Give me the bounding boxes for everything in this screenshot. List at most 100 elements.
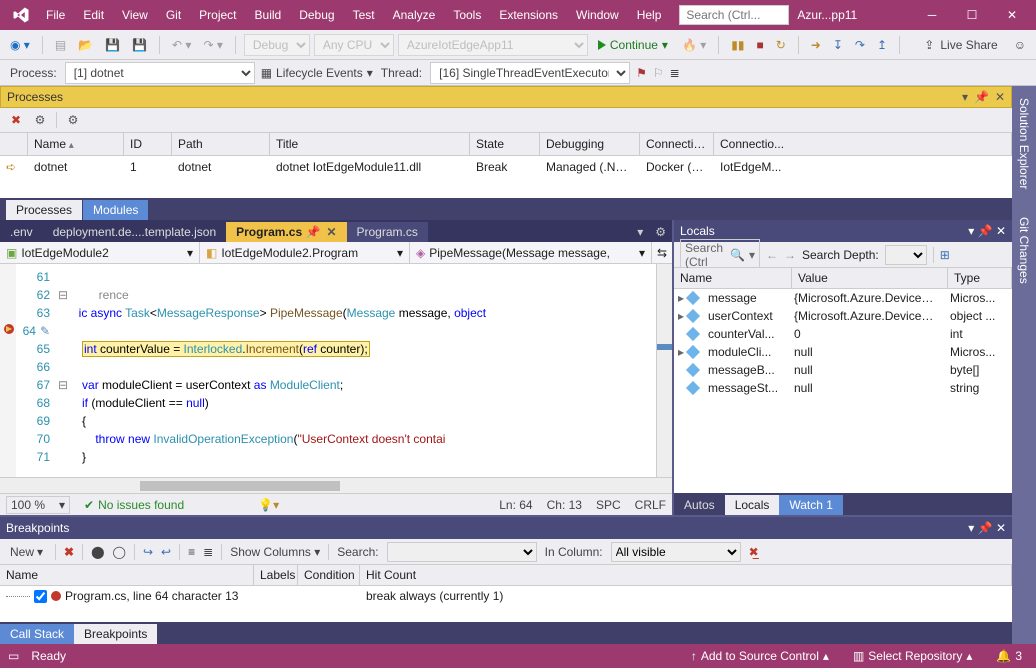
tab-processes[interactable]: Processes (6, 200, 82, 220)
redo-icon[interactable]: ↷ ▾ (199, 36, 226, 54)
menu-edit[interactable]: Edit (75, 4, 112, 26)
ch-indicator[interactable]: Ch: 13 (547, 498, 582, 512)
step-over-icon[interactable]: ↷ (851, 36, 869, 54)
vertical-scrollbar[interactable] (656, 264, 672, 477)
col-condition[interactable]: Condition (298, 565, 360, 585)
tab-autos[interactable]: Autos (674, 495, 725, 515)
tab-locals[interactable]: Locals (725, 495, 780, 515)
menu-analyze[interactable]: Analyze (385, 4, 444, 26)
thread-select[interactable]: [16] SingleThreadEventExecutor wo (430, 62, 630, 84)
step-out-icon[interactable]: ↥ (873, 36, 891, 54)
filter-icon[interactable]: ⚙ (65, 112, 81, 128)
new-breakpoint-button[interactable]: New ▾ (6, 543, 47, 561)
tab-program-active[interactable]: Program.cs 📌✕ (226, 222, 346, 242)
local-row[interactable]: ▸moduleCli...nullMicros... (674, 343, 1012, 361)
col-name[interactable]: Name (28, 133, 124, 155)
expand-icon[interactable]: ⊞ (940, 248, 950, 262)
bp-search-input[interactable] (387, 542, 537, 562)
pin-icon[interactable]: 📌 (974, 90, 989, 104)
issues-indicator[interactable]: ✔No issues found (84, 498, 184, 512)
stop-icon[interactable]: ■ (752, 36, 767, 54)
solution-explorer-tab[interactable]: Solution Explorer (1015, 92, 1033, 195)
locals-search-input[interactable]: Search (Ctrl🔍▾ (680, 239, 760, 271)
local-row[interactable]: counterVal...0int (674, 325, 1012, 343)
eol-indicator[interactable]: CRLF (635, 498, 666, 512)
tab-modules[interactable]: Modules (83, 200, 148, 220)
local-row[interactable]: ▸userContext{Microsoft.Azure.Devices.Cl.… (674, 307, 1012, 325)
col-name[interactable]: Name (674, 268, 792, 288)
pin-icon[interactable]: 📌 (978, 521, 993, 535)
close-button[interactable]: ✕ (992, 0, 1032, 30)
col-path[interactable]: Path (172, 133, 270, 155)
panel-menu-icon[interactable]: ▾ (968, 521, 974, 535)
close-tab-icon[interactable]: ✕ (326, 225, 336, 239)
open-icon[interactable]: 📂 (74, 36, 97, 54)
git-changes-tab[interactable]: Git Changes (1015, 211, 1033, 290)
menu-view[interactable]: View (114, 4, 156, 26)
goto-source-icon[interactable]: ≡ (188, 545, 195, 559)
select-repository-button[interactable]: ▥ Select Repository ▴ (847, 649, 978, 663)
quick-search-input[interactable] (679, 5, 789, 25)
add-source-control-button[interactable]: ↑ Add to Source Control ▴ (685, 649, 835, 663)
pin-icon[interactable]: 📌 (978, 224, 993, 238)
lightbulb-icon[interactable]: 💡▾ (258, 498, 279, 512)
export-icon[interactable]: ↪ (143, 545, 153, 559)
bp-incolumn-select[interactable]: All visible (611, 542, 741, 562)
nav-method[interactable]: PipeMessage(Message message, (429, 246, 610, 260)
tab-breakpoints[interactable]: Breakpoints (74, 624, 157, 644)
bp-enabled-checkbox[interactable] (34, 590, 47, 603)
menu-window[interactable]: Window (568, 4, 627, 26)
zoom-select[interactable]: 100 %▾ (6, 496, 70, 514)
col-state[interactable]: State (470, 133, 540, 155)
show-columns-button[interactable]: Show Columns ▾ (230, 545, 320, 559)
break-all-icon[interactable]: ▮▮ (727, 36, 748, 54)
ln-indicator[interactable]: Ln: 64 (499, 498, 532, 512)
tab-callstack[interactable]: Call Stack (0, 624, 74, 644)
menu-debug[interactable]: Debug (291, 4, 342, 26)
horizontal-scrollbar[interactable] (0, 477, 672, 493)
save-all-icon[interactable]: 💾 (128, 36, 151, 54)
code-content[interactable]: rence ic async Task<MessageResponse> Pip… (70, 264, 672, 477)
tab-watch1[interactable]: Watch 1 (779, 495, 843, 515)
nav-back-button[interactable]: ◉ ▾ (6, 36, 34, 54)
show-next-icon[interactable]: ➜ (807, 36, 825, 54)
menu-git[interactable]: Git (158, 4, 189, 26)
live-share-button[interactable]: ⇪ Live Share (916, 38, 1005, 52)
split-icon[interactable]: ⇆ (652, 242, 672, 263)
tab-env[interactable]: .env (0, 222, 43, 242)
menu-file[interactable]: File (38, 4, 73, 26)
continue-button[interactable]: Continue ▾ (592, 36, 674, 54)
local-row[interactable]: ▸message{Microsoft.Azure.Devices.Cl...Mi… (674, 289, 1012, 307)
delete-breakpoint-icon[interactable]: ✖ (64, 545, 74, 559)
detach-icon[interactable]: ✖ (8, 112, 24, 128)
col-value[interactable]: Value (792, 268, 948, 288)
undo-icon[interactable]: ↶ ▾ (168, 36, 195, 54)
col-labels[interactable]: Labels (254, 565, 298, 585)
disable-all-icon[interactable]: ◯ (113, 545, 126, 559)
import-icon[interactable]: ↩ (161, 545, 171, 559)
tab-program-2[interactable]: Program.cs (347, 222, 428, 242)
clear-search-icon[interactable]: ✖̲ (749, 545, 759, 559)
restart-icon[interactable]: ↻ (772, 36, 790, 54)
tab-overflow-icon[interactable]: ▾ (631, 222, 649, 242)
tab-settings-icon[interactable]: ⚙ (649, 222, 672, 242)
goto-disasm-icon[interactable]: ≣ (203, 545, 213, 559)
fold-gutter[interactable]: ⊟ ⊟ (56, 264, 70, 477)
panel-close-icon[interactable]: ✕ (995, 90, 1005, 104)
spc-indicator[interactable]: SPC (596, 498, 621, 512)
col-hitcount[interactable]: Hit Count (360, 565, 1012, 585)
minimize-button[interactable]: ─ (912, 0, 952, 30)
step-into-icon[interactable]: ↧ (829, 36, 847, 54)
menu-extensions[interactable]: Extensions (491, 4, 566, 26)
feedback-icon[interactable]: ☺ (1010, 36, 1030, 54)
enable-all-icon[interactable]: ⬤ (91, 545, 104, 559)
menu-tools[interactable]: Tools (445, 4, 489, 26)
attach-icon[interactable]: ⚙ (32, 112, 48, 128)
menu-help[interactable]: Help (629, 4, 670, 26)
col-conntype[interactable]: Connectio... (640, 133, 714, 155)
save-icon[interactable]: 💾 (101, 36, 124, 54)
flag-icon[interactable]: ⚑ (636, 66, 647, 80)
process-row[interactable]: ➪ dotnet 1 dotnet dotnet IotEdgeModule11… (0, 156, 1012, 178)
process-select[interactable]: [1] dotnet (65, 62, 255, 84)
col-id[interactable]: ID (124, 133, 172, 155)
